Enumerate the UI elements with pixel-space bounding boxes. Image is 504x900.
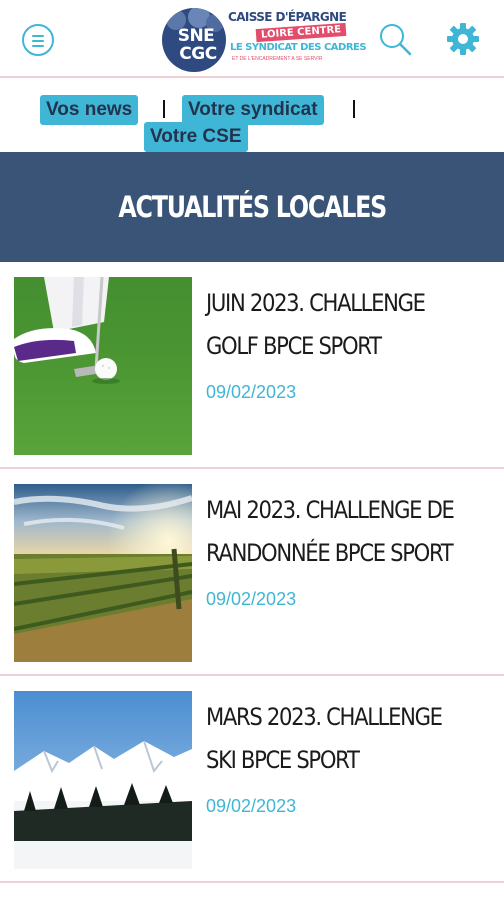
nav-separator: [163, 100, 165, 118]
sne-cgc-logo[interactable]: SNE CGC CAISSE D'ÉPARGNE LOIRE CENTRE LE…: [160, 6, 367, 72]
hamburger-menu-icon[interactable]: [22, 24, 54, 56]
section-nav: Vos news Votre syndicat Votre CSE: [0, 80, 504, 152]
logo-caisse-text: CAISSE D'ÉPARGNE: [228, 10, 347, 24]
nav-votre-cse[interactable]: Votre CSE: [144, 122, 248, 152]
nav-separator: [353, 100, 355, 118]
logo-badge: SNE CGC: [162, 8, 226, 72]
news-card[interactable]: JUIN 2023. CHALLENGE GOLF BPCE SPORT 09/…: [0, 262, 504, 469]
nav-votre-syndicat[interactable]: Votre syndicat: [182, 95, 324, 125]
news-card[interactable]: MARS 2023. CHALLENGE SKI BPCE SPORT 09/0…: [0, 676, 504, 883]
app-header: SNE CGC CAISSE D'ÉPARGNE LOIRE CENTRE LE…: [0, 0, 504, 78]
golf-photo: [14, 277, 192, 455]
page-title: ACTUALITÉS LOCALES: [118, 190, 387, 224]
vineyard-sunset-photo: [14, 484, 192, 662]
news-date: 09/02/2023: [206, 796, 297, 816]
news-title[interactable]: JUIN 2023. CHALLENGE GOLF BPCE SPORT: [206, 282, 461, 368]
news-list: JUIN 2023. CHALLENGE GOLF BPCE SPORT 09/…: [0, 262, 504, 883]
nav-vos-news[interactable]: Vos news: [40, 95, 139, 125]
news-date: 09/02/2023: [206, 589, 297, 609]
gear-icon[interactable]: [446, 22, 480, 56]
section-banner: ACTUALITÉS LOCALES: [0, 152, 504, 262]
search-icon[interactable]: [378, 22, 412, 56]
news-date: 09/02/2023: [206, 382, 297, 402]
logo-region-tag: LOIRE CENTRE: [255, 22, 347, 43]
news-title[interactable]: MAI 2023. CHALLENGE DE RANDONNÉE BPCE SP…: [206, 489, 461, 575]
snowy-mountains-photo: [14, 691, 192, 869]
news-title[interactable]: MARS 2023. CHALLENGE SKI BPCE SPORT: [206, 696, 461, 782]
logo-tagline: LE SYNDICAT DES CADRES: [230, 42, 367, 53]
logo-subtagline: ET DE L'ENCADREMENT A SE SERVIR: [232, 56, 323, 62]
news-card[interactable]: MAI 2023. CHALLENGE DE RANDONNÉE BPCE SP…: [0, 469, 504, 676]
